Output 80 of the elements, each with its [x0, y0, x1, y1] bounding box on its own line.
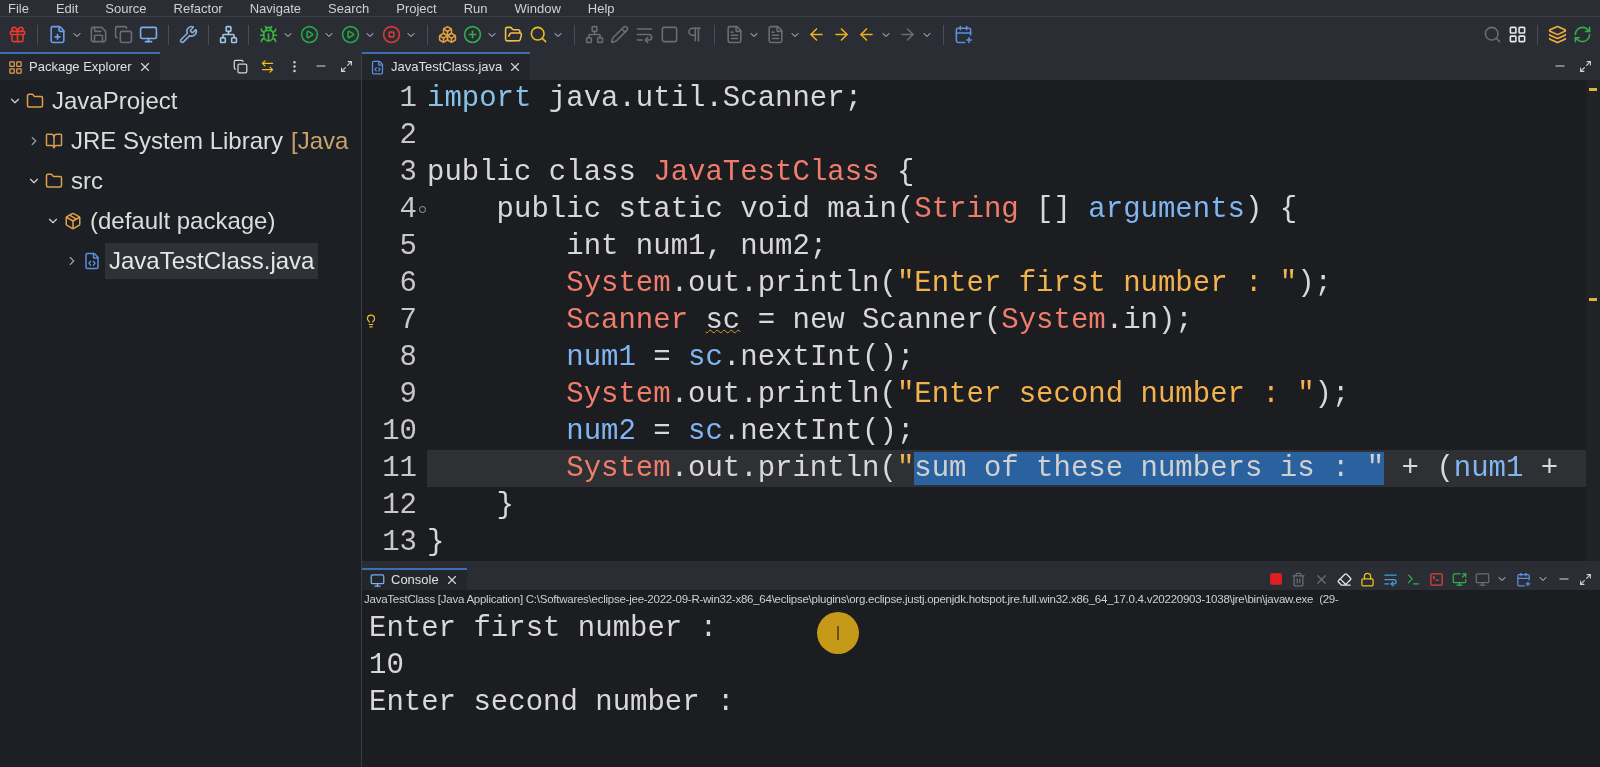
- lightbulb-icon[interactable]: [364, 313, 378, 328]
- forward-icon[interactable]: [898, 25, 917, 44]
- word-wrap-icon[interactable]: [1383, 571, 1398, 587]
- library-icon: [45, 132, 63, 150]
- pencil-icon[interactable]: [610, 25, 629, 44]
- tree-item[interactable]: JavaProject: [48, 83, 182, 119]
- line-number: 1: [399, 81, 417, 117]
- save-icon[interactable]: [89, 25, 108, 44]
- warning-marker[interactable]: [1589, 88, 1597, 91]
- menu-item[interactable]: Help: [587, 0, 615, 16]
- wrench-icon[interactable]: [179, 25, 198, 44]
- tree-item[interactable]: JavaTestClass.java: [105, 243, 319, 279]
- explorer-tab[interactable]: Package Explorer: [0, 52, 160, 80]
- menu-item[interactable]: Source: [105, 0, 147, 16]
- launch-description: JavaTestClass [Java Application] C:\Softwares\eclipse-jee-2022-09-R-win32-x86_64\eclipse\plugins\org.eclipse.justj.openjdk.hotspot.jre.full.win32.x86_64_17.0.4.v20220903-1038\jre\bin\javaw.exe (29-: [363, 592, 1340, 607]
- maximize-icon[interactable]: [340, 59, 353, 73]
- new-file-icon[interactable]: [48, 25, 67, 44]
- menu-item[interactable]: Edit: [55, 0, 79, 16]
- code-line: num2 = sc.nextInt();: [565, 414, 916, 450]
- java-file-icon: [370, 59, 385, 75]
- project-folder-icon: [26, 92, 44, 110]
- menu-item[interactable]: Project: [396, 0, 437, 16]
- line-number: 5: [399, 229, 417, 265]
- line-number: 2: [399, 118, 417, 154]
- menu-item[interactable]: Window: [514, 0, 561, 16]
- clear-console-icon[interactable]: [1337, 571, 1352, 587]
- line-number: 6: [399, 266, 417, 302]
- run-icon[interactable]: [300, 25, 319, 44]
- package-icon: [64, 212, 82, 230]
- code-line: System.out.println("Enter second number : ");: [565, 377, 1351, 413]
- line-number: 7: [399, 303, 417, 339]
- menu-item[interactable]: Search: [328, 0, 370, 16]
- menu-item[interactable]: Navigate: [249, 0, 301, 16]
- tree-item[interactable]: JRE System Library [Java: [67, 123, 353, 159]
- warning-marker[interactable]: [1589, 298, 1597, 301]
- editor-tab[interactable]: JavaTestClass.java: [362, 52, 531, 80]
- console-tab[interactable]: Console: [362, 568, 467, 590]
- nodes-icon[interactable]: [219, 25, 238, 44]
- code-line: public static void main(String [] arguments) {: [495, 192, 1299, 228]
- maximize-icon[interactable]: [1579, 59, 1592, 73]
- terminate-icon[interactable]: [1269, 572, 1283, 586]
- console-line: Enter second number :: [369, 685, 735, 721]
- line-number: 11: [382, 451, 417, 487]
- code-line: }: [427, 525, 446, 561]
- line-number: 3: [399, 155, 417, 191]
- menu-item[interactable]: Run: [463, 0, 488, 16]
- line-number: 12: [382, 488, 417, 524]
- line-number: 9: [399, 377, 417, 413]
- code-line: System.out.println("Enter first number : ");: [565, 266, 1333, 302]
- code-line: }: [495, 488, 515, 524]
- line-number: 13: [382, 525, 417, 561]
- code-line: num1 = sc.nextInt();: [565, 340, 916, 376]
- line-number: 8: [399, 340, 417, 376]
- console-icon: [370, 572, 385, 588]
- line-number: 4: [399, 192, 417, 228]
- line-number: 10: [382, 414, 417, 450]
- java-file-icon: [83, 252, 101, 270]
- menu-item[interactable]: File: [8, 0, 29, 16]
- code-line: public class JavaTestClass {: [427, 155, 916, 191]
- code-line: Scanner sc = new Scanner(System.in);: [565, 303, 1194, 339]
- nodes-icon[interactable]: [585, 25, 604, 44]
- code-line: import java.util.Scanner;: [427, 81, 864, 117]
- maximize-icon[interactable]: [1579, 572, 1592, 586]
- menu-item[interactable]: Refactor: [173, 0, 223, 16]
- monitor-icon[interactable]: [139, 25, 158, 44]
- source-folder-icon: [45, 172, 63, 190]
- horizontal-scrollbar[interactable]: [362, 561, 1600, 568]
- search-icon[interactable]: [529, 25, 548, 44]
- tree-item[interactable]: (default package): [86, 203, 280, 239]
- pilcrow-icon[interactable]: [685, 25, 704, 44]
- wrap-icon[interactable]: [635, 25, 654, 44]
- back-icon[interactable]: [857, 25, 876, 44]
- gift-icon[interactable]: [8, 25, 27, 44]
- code-line: int num1, num2;: [565, 229, 829, 265]
- scroll-lock-icon[interactable]: [1360, 571, 1375, 587]
- calendar-icon[interactable]: [954, 25, 973, 44]
- bug-icon[interactable]: [259, 25, 278, 44]
- console-line: Enter first number :: [369, 611, 718, 647]
- tree-item[interactable]: src: [67, 163, 107, 199]
- console-line: 10: [369, 648, 404, 684]
